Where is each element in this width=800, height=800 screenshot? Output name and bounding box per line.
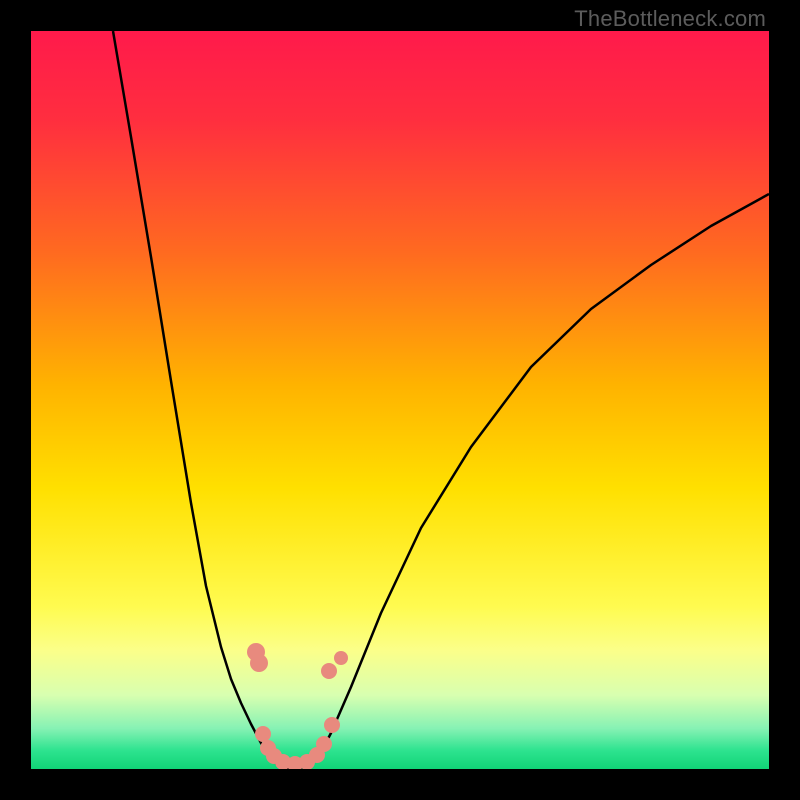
benchmark-dot [321, 663, 337, 679]
benchmark-dot [334, 651, 348, 665]
watermark-text: TheBottleneck.com [574, 6, 766, 32]
bottleneck-chart [31, 31, 769, 769]
benchmark-dot [324, 717, 340, 733]
benchmark-dot [250, 654, 268, 672]
gradient-background [31, 31, 769, 769]
benchmark-dot [316, 736, 332, 752]
benchmark-dot [255, 726, 271, 742]
chart-frame [31, 31, 769, 769]
